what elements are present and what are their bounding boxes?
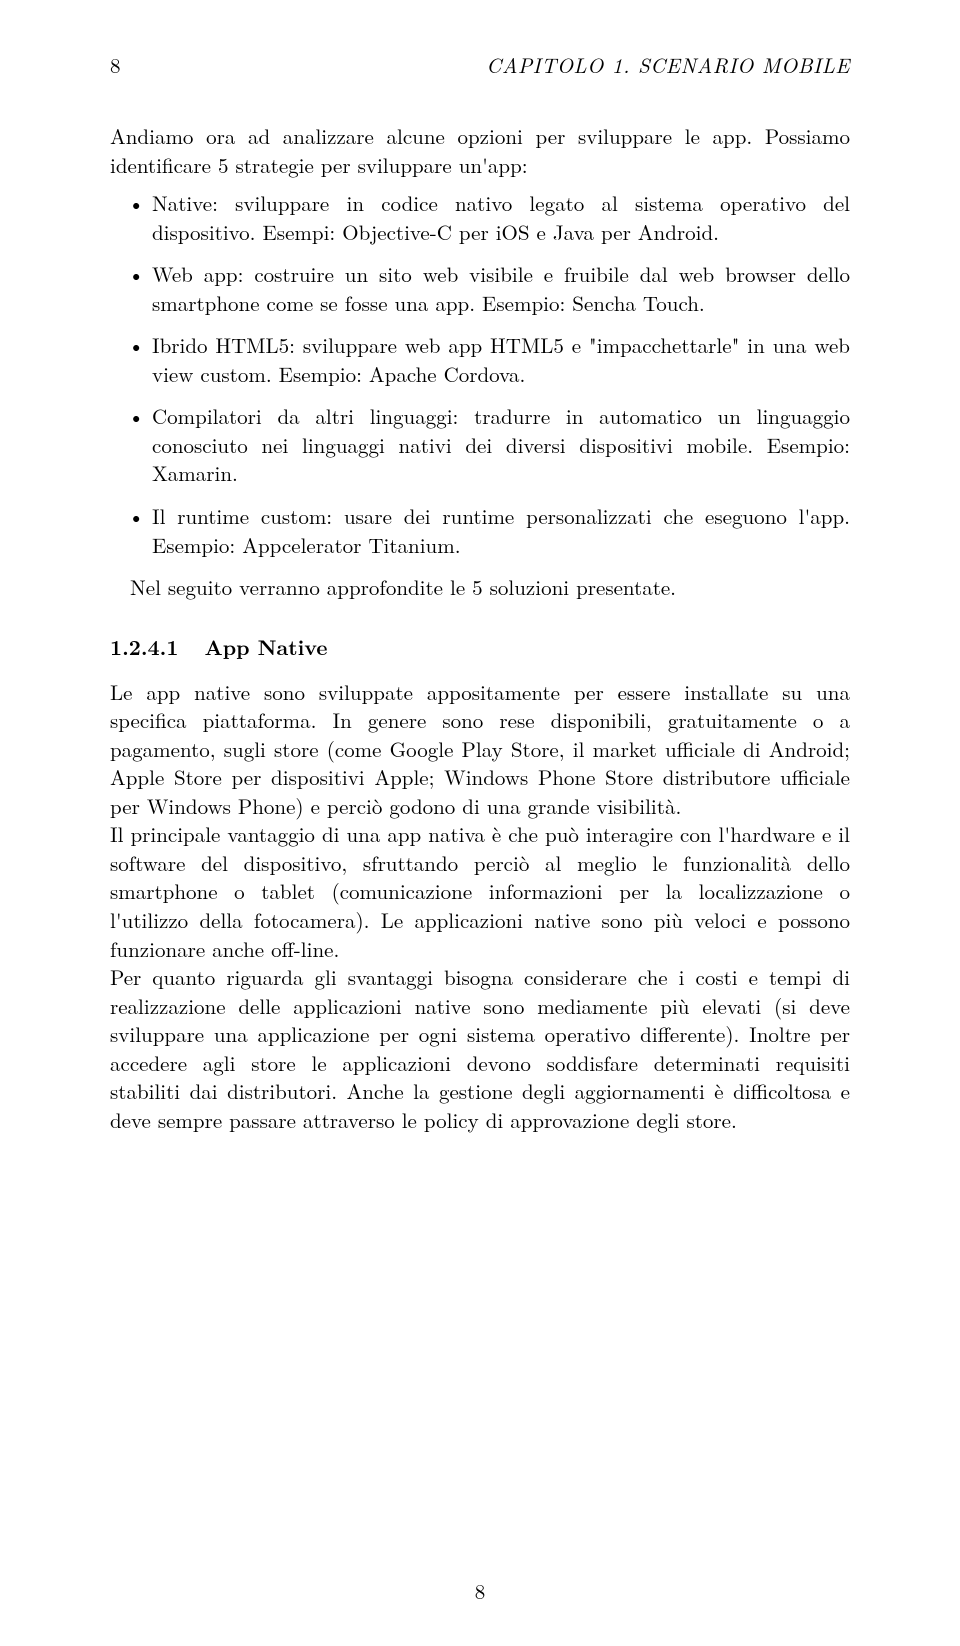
list-item: Web app: costruire un sito web visibile … bbox=[110, 260, 850, 317]
footer-page-number: 8 bbox=[0, 1576, 960, 1606]
list-item: Il runtime custom: usare dei runtime per… bbox=[110, 502, 850, 559]
list-item: Ibrido HTML5: sviluppare web app HTML5 e… bbox=[110, 331, 850, 388]
running-header: 8 CAPITOLO 1. SCENARIO MOBILE bbox=[110, 50, 850, 80]
intro-paragraph: Andiamo ora ad analizzare alcune opzioni… bbox=[110, 122, 850, 179]
header-chapter: CAPITOLO 1. bbox=[486, 50, 630, 80]
after-bullets-paragraph: Nel seguito verranno approfondite le 5 s… bbox=[130, 573, 850, 602]
body-paragraph-1: Le app native sono sviluppate appositame… bbox=[110, 677, 850, 821]
subsection-number: 1.2.4.1 bbox=[110, 632, 178, 662]
header-title: SCENARIO MOBILE bbox=[638, 50, 850, 80]
header-chapter-title: CAPITOLO 1. SCENARIO MOBILE bbox=[486, 50, 850, 80]
body-paragraph-2: Il principale vantaggio di una app nativ… bbox=[110, 819, 850, 963]
header-page-number: 8 bbox=[110, 50, 121, 80]
subsection-heading: 1.2.4.1 App Native bbox=[110, 632, 850, 662]
strategy-list: Native: sviluppare in codice nativo lega… bbox=[110, 189, 850, 559]
subsection-title: App Native bbox=[204, 632, 327, 662]
body-text: Le app native sono sviluppate appositame… bbox=[110, 678, 850, 1135]
list-item: Native: sviluppare in codice nativo lega… bbox=[110, 189, 850, 246]
page: 8 CAPITOLO 1. SCENARIO MOBILE Andiamo or… bbox=[0, 0, 960, 1646]
body-paragraph-3: Per quanto riguarda gli svantaggi bisogn… bbox=[110, 962, 850, 1135]
list-item: Compilatori da altri linguaggi: tradurre… bbox=[110, 402, 850, 488]
